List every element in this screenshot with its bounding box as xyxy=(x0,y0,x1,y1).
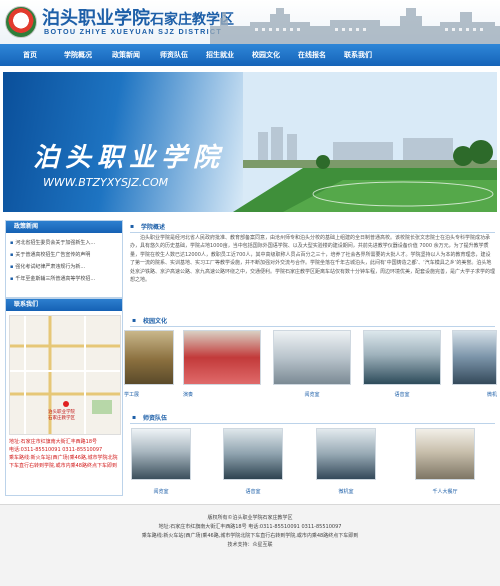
news-item[interactable]: 强化考试纪律严肃违规行为新... xyxy=(10,263,120,270)
footer-copyright: 版权所有©泊头职业学院石家庄教学区 xyxy=(207,515,293,521)
footer-address: 地址:石家庄市红旗南大街汇丰西路18号 电话:0311-85510091 031… xyxy=(158,524,342,530)
logo-title-main: 泊头职业学院 xyxy=(42,8,150,29)
teacher-photo[interactable] xyxy=(415,428,475,480)
logo-english: BOTOU ZHIYE XUEYUAN SJZ DISTRICT xyxy=(44,27,223,36)
bullet-icon: ▪ xyxy=(132,317,137,324)
news-item[interactable]: 关于普通高校招生广告宣传的声明 xyxy=(10,251,120,258)
nav-item-home[interactable]: 首页 xyxy=(8,44,52,66)
intro-text: 泊头职业学院是经河北省人民政府批准、教育部备案同意，由沧州师专和泊头分校的基础上… xyxy=(130,235,495,284)
culture-photo[interactable] xyxy=(183,330,261,385)
nav-item-culture[interactable]: 校园文化 xyxy=(244,44,288,66)
teachers-divider xyxy=(130,423,495,424)
culture-caption: 微机 xyxy=(486,392,497,398)
culture-caption: 语音室 xyxy=(394,392,410,398)
teacher-photo[interactable] xyxy=(223,428,283,480)
news-item[interactable]: 千年至金斯辅三所普通高等学校招... xyxy=(10,275,120,282)
culture-divider xyxy=(130,326,495,327)
nav-item-contact[interactable]: 联系我们 xyxy=(336,44,380,66)
news-panel-heading: 政策新闻 xyxy=(6,221,122,233)
teacher-caption: 微机室 xyxy=(338,489,354,495)
teacher-photo[interactable] xyxy=(131,428,191,480)
contact-route: 乘车路线:新火车站(西广场)乘46路,城市学院北院下车直行右转到学院,或市内乘4… xyxy=(9,455,118,469)
teachers-heading: 师资队伍 xyxy=(143,415,168,422)
contact-panel-heading: 联系我们 xyxy=(6,299,122,311)
culture-caption: 演奏 xyxy=(183,392,194,398)
bullet-icon: ▪ xyxy=(130,223,135,230)
culture-photo[interactable] xyxy=(452,330,497,385)
map-marker-icon xyxy=(63,401,69,407)
site-header: 泊头职业学院石家庄教学区 BOTOU ZHIYE XUEYUAN SJZ DIS… xyxy=(0,0,500,44)
culture-photo[interactable] xyxy=(363,330,441,385)
footer-route: 乘车路线:新火车站(西广场)乘46路,城市学院北院下车直行右转到学院,或市内乘4… xyxy=(141,533,359,539)
teacher-caption: 阅览室 xyxy=(153,489,169,495)
culture-caption: 学工展 xyxy=(124,392,140,398)
news-panel: 政策新闻 河北省招生委员会关于加强新生入... 关于普通高校招生广告宣传的声明 … xyxy=(5,220,123,298)
culture-heading: 校园文化 xyxy=(143,318,168,325)
culture-photo[interactable] xyxy=(124,330,174,385)
teacher-caption: 千人大餐厅 xyxy=(432,489,458,495)
footer-tech-support: 技术支持：众星互联 xyxy=(227,542,273,548)
site-footer: 版权所有©泊头职业学院石家庄教学区 地址:石家庄市红旗南大街汇丰西路18号 电话… xyxy=(0,504,500,586)
map-label: 泊头职业学院 石家庄教学区 xyxy=(48,410,75,421)
nav-item-apply[interactable]: 在线报名 xyxy=(290,44,334,66)
contact-phone: 电话:0311-85510091 0311-85510097 xyxy=(9,447,103,453)
bullet-icon: ▪ xyxy=(132,414,137,421)
culture-photo[interactable] xyxy=(273,330,351,385)
main-nav: 首页 学院概况 政策新闻 师资队伍 招生就业 校园文化 在线报名 联系我们 xyxy=(0,44,500,66)
teacher-caption: 语音室 xyxy=(245,489,261,495)
teacher-photo[interactable] xyxy=(316,428,376,480)
news-item[interactable]: 河北省招生委员会关于加强新生入... xyxy=(10,239,120,246)
contact-address: 地址:石家庄市红旗南大街汇丰西路18号 xyxy=(9,439,98,445)
school-emblem-icon xyxy=(5,6,37,38)
banner-url: WWW.BTZYXYSJZ.COM xyxy=(43,176,169,189)
nav-item-news[interactable]: 政策新闻 xyxy=(104,44,148,66)
intro-divider xyxy=(130,232,495,233)
culture-caption: 阅览室 xyxy=(304,392,320,398)
hero-banner: 泊头职业学院 WWW.BTZYXYSJZ.COM xyxy=(3,72,497,212)
intro-heading: 学院概述 xyxy=(141,224,166,231)
nav-item-about[interactable]: 学院概况 xyxy=(56,44,100,66)
nav-item-teachers[interactable]: 师资队伍 xyxy=(152,44,196,66)
campus-skyline-illustration xyxy=(210,8,500,44)
location-map[interactable]: 泊头职业学院 石家庄教学区 xyxy=(9,315,121,435)
banner-title: 泊头职业学院 xyxy=(33,143,226,173)
contact-panel: 联系我们 泊头职业学院 石家庄教学区 地址:石家庄市红旗南大街汇丰西路18号 电… xyxy=(5,298,123,496)
nav-item-enrollment[interactable]: 招生就业 xyxy=(198,44,242,66)
